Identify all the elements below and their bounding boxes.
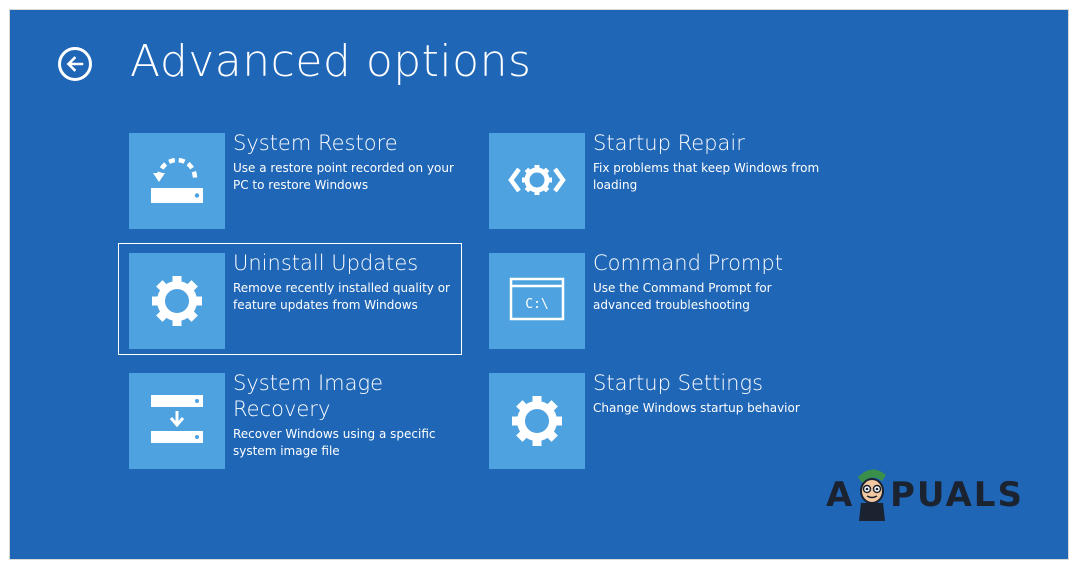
back-arrow-icon [66,56,84,72]
command-prompt-glyph: C:\ [525,297,548,312]
logo-text-left: A [826,475,855,515]
option-description: Remove recently installed quality or fea… [233,281,450,312]
option-system-restore[interactable]: System Restore Use a restore point recor… [129,131,465,229]
option-description: Fix problems that keep Windows from load… [593,161,820,192]
back-button[interactable] [58,47,92,81]
logo-text-right: PUALS [890,475,1024,515]
mascot-icon [858,469,886,521]
option-title: Startup Settings [593,371,764,395]
option-startup-repair[interactable]: Startup Repair Fix problems that keep Wi… [489,131,825,229]
option-description: Use the Command Prompt for advanced trou… [593,281,772,312]
option-system-image-recovery[interactable]: System Image Recovery Recover Windows us… [129,371,465,469]
restore-icon [129,133,225,229]
option-uninstall-updates[interactable]: Uninstall Updates Remove recently instal… [129,251,465,349]
option-title: Uninstall Updates [233,251,419,275]
option-title: Startup Repair [593,131,745,155]
option-description: Change Windows startup behavior [593,401,800,415]
option-command-prompt[interactable]: C:\ Command Prompt Use the Command Promp… [489,251,825,349]
command-prompt-icon: C:\ [489,253,585,349]
option-description: Use a restore point recorded on your PC … [233,161,454,192]
gear-icon [489,373,585,469]
repair-code-icon [489,133,585,229]
option-title: System Restore [233,131,398,155]
option-startup-settings[interactable]: Startup Settings Change Windows startup … [489,371,825,469]
gear-icon [129,253,225,349]
page-title: Advanced options [130,36,532,87]
advanced-options-screen: Advanced options System Restore Use a re… [10,10,1068,559]
option-title: System Image Recovery [233,371,384,421]
option-title: Command Prompt [593,251,783,275]
image-recovery-icon [129,373,225,469]
option-description: Recover Windows using a specific system … [233,427,436,458]
